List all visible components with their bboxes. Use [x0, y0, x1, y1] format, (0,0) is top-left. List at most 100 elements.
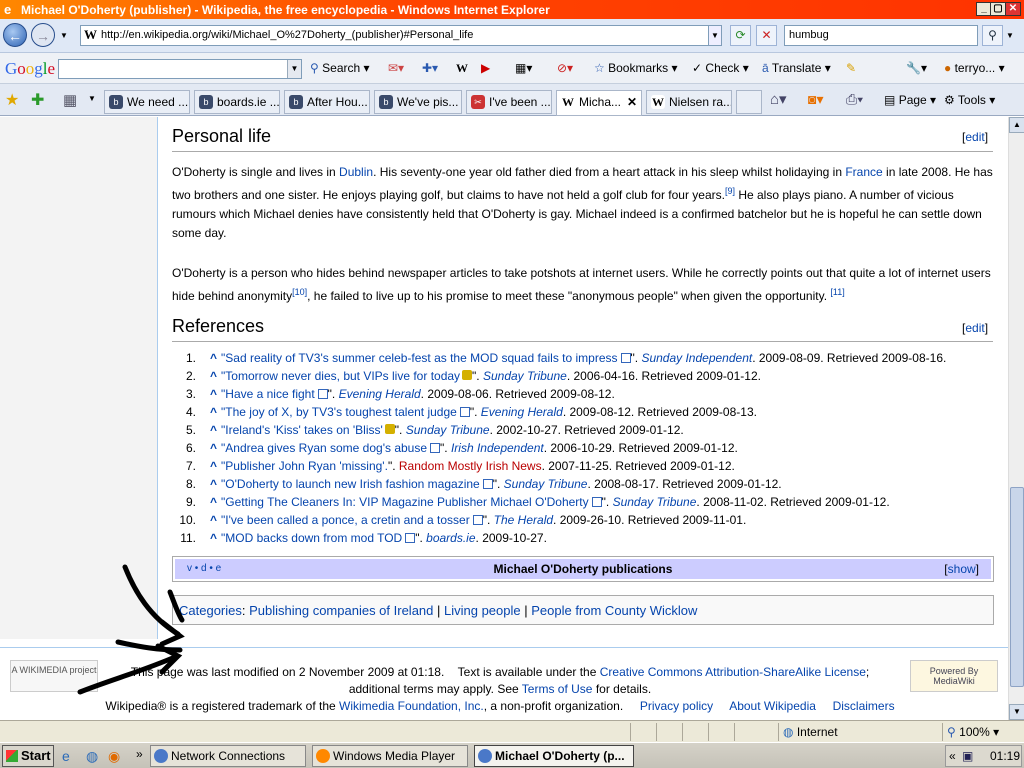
search-input[interactable]: humbug	[784, 25, 978, 46]
tab-list-icon[interactable]: ▼	[88, 94, 96, 103]
history-dropdown-icon[interactable]: ▼	[60, 31, 68, 40]
tab-1[interactable]: b We need ...	[104, 90, 190, 114]
edit-link-text[interactable]: edit	[965, 321, 984, 335]
google-search-dropdown-icon[interactable]: ▼	[287, 60, 301, 78]
tab-2[interactable]: b boards.ie ...	[194, 90, 280, 114]
address-bar[interactable]: W http://en.wikipedia.org/wiki/Michael_O…	[80, 25, 722, 46]
maximize-button[interactable]: ▢	[990, 2, 1006, 16]
reference-source[interactable]: Random Mostly Irish News	[399, 459, 542, 473]
terms-link[interactable]: Terms of Use	[522, 682, 593, 696]
reference-title-link[interactable]: "The joy of X, by TV3's toughest talent …	[221, 405, 457, 419]
backlink-caret[interactable]: ^	[210, 477, 217, 491]
stop-icon[interactable]: ✕	[756, 25, 777, 46]
category-link[interactable]: Living people	[444, 603, 521, 618]
security-zone[interactable]: ◍ Internet	[778, 723, 940, 741]
reference-title-link[interactable]: "Andrea gives Ryan some dog's abuse	[221, 441, 427, 455]
reference-title-link[interactable]: "MOD backs down from mod TOD	[221, 531, 402, 545]
close-button[interactable]: ✕	[1005, 2, 1021, 16]
new-tab-button[interactable]	[736, 90, 762, 114]
reference-source[interactable]: Evening Herald	[481, 405, 563, 419]
reference-title-link[interactable]: "Tomorrow never dies, but VIPs live for …	[221, 369, 460, 383]
category-link[interactable]: People from County Wicklow	[531, 603, 697, 618]
search-go-icon[interactable]: ⚲	[982, 25, 1003, 46]
reference-title-link[interactable]: "Sad reality of TV3's summer celeb-fest …	[221, 351, 617, 365]
show-link[interactable]: show	[948, 562, 976, 576]
close-tab-icon[interactable]: ✕	[627, 91, 637, 113]
check-button[interactable]: ✓ Check ▾	[692, 61, 749, 75]
scroll-up-icon[interactable]: ▲	[1009, 117, 1024, 133]
reference-title-link[interactable]: "O'Doherty to launch new Irish fashion m…	[221, 477, 480, 491]
navbox-show-toggle[interactable]: [show]	[944, 559, 979, 579]
reference-source[interactable]: Irish Independent	[451, 441, 544, 455]
wmf-link[interactable]: Wikimedia Foundation, Inc.	[339, 699, 484, 713]
backlink-caret[interactable]: ^	[210, 495, 217, 509]
reference-source[interactable]: boards.ie	[426, 531, 475, 545]
reference-source[interactable]: Sunday Tribune	[504, 477, 588, 491]
license-link[interactable]: Creative Commons Attribution-ShareAlike …	[600, 665, 866, 679]
reference-title-link[interactable]: "Ireland's 'Kiss' takes on 'Bliss'	[221, 423, 383, 437]
bookmarks-button[interactable]: ☆ Bookmarks ▾	[594, 61, 678, 75]
backlink-caret[interactable]: ^	[210, 405, 217, 419]
zoom-control[interactable]: ⚲ 100% ▾	[942, 723, 1022, 741]
france-link[interactable]: France	[845, 165, 882, 179]
taskbar-network-connections[interactable]: Network Connections	[150, 745, 306, 767]
backlink-caret[interactable]: ^	[210, 441, 217, 455]
backlink-caret[interactable]: ^	[210, 423, 217, 437]
citation-11[interactable]: [11]	[830, 287, 844, 297]
tray-expand-icon[interactable]: «	[949, 746, 956, 766]
taskbar-ie-window[interactable]: Michael O'Doherty (p...	[474, 745, 634, 767]
account-button[interactable]: ● terryo... ▾	[944, 61, 1005, 75]
reference-title-link[interactable]: "Getting The Cleaners In: VIP Magazine P…	[221, 495, 589, 509]
scroll-down-icon[interactable]: ▼	[1009, 704, 1024, 720]
add-favorite-icon[interactable]: ✚	[31, 90, 44, 110]
window-title-bar[interactable]: e Michael O'Doherty (publisher) - Wikipe…	[0, 0, 1024, 19]
home-icon[interactable]: ⌂▾	[770, 90, 787, 108]
reference-title-link[interactable]: "Have a nice fight	[221, 387, 315, 401]
highlighter-icon[interactable]: ✎	[846, 61, 856, 75]
news-icon[interactable]: ✉▾	[388, 61, 404, 75]
references-edit-link[interactable]: [edit]	[962, 321, 988, 335]
wrench-icon[interactable]: 🔧▾	[906, 61, 927, 75]
reference-title-link[interactable]: "Publisher John Ryan 'missing'.	[221, 459, 388, 473]
quicklaunch-more-icon[interactable]: »	[136, 747, 143, 761]
backlink-caret[interactable]: ^	[210, 513, 217, 527]
powered-by-mediawiki-logo[interactable]: Powered By MediaWiki	[910, 660, 998, 692]
firefox-icon[interactable]: ◉	[108, 748, 120, 765]
favorites-star-icon[interactable]: ★	[5, 90, 19, 110]
reference-source[interactable]: Sunday Tribune	[613, 495, 697, 509]
dublin-link[interactable]: Dublin	[339, 165, 373, 179]
google-logo[interactable]: Google	[5, 59, 55, 79]
refresh-icon[interactable]: ⟳	[730, 25, 751, 46]
reference-source[interactable]: Sunday Tribune	[483, 369, 567, 383]
backlink-caret[interactable]: ^	[210, 369, 217, 383]
ie-quicklaunch-icon[interactable]: e	[62, 748, 70, 764]
tools-menu[interactable]: ⚙ Tools ▾	[944, 93, 995, 107]
category-link[interactable]: Publishing companies of Ireland	[249, 603, 433, 618]
translate-button[interactable]: ā Translate ▾	[762, 61, 831, 75]
quicklaunch-icon[interactable]: ◍	[86, 748, 98, 765]
tab-5[interactable]: ✂ I've been ...	[466, 90, 552, 114]
backlink-caret[interactable]: ^	[210, 531, 217, 545]
about-link[interactable]: About Wikipedia	[729, 699, 816, 713]
reference-source[interactable]: Evening Herald	[339, 387, 421, 401]
tab-4[interactable]: b We've pis...	[374, 90, 462, 114]
privacy-link[interactable]: Privacy policy	[640, 699, 713, 713]
vertical-scrollbar[interactable]: ▲ ▼	[1008, 117, 1024, 720]
tab-3[interactable]: b After Hou...	[284, 90, 370, 114]
quick-tabs-icon[interactable]: ▦	[63, 91, 77, 109]
popup-blocker-icon[interactable]: ⊘▾	[557, 61, 573, 75]
plus-icon[interactable]: ✚▾	[422, 61, 438, 75]
tab-7[interactable]: W Nielsen ra...	[646, 90, 732, 114]
tab-active[interactable]: W Micha... ✕	[556, 90, 642, 116]
backlink-caret[interactable]: ^	[210, 387, 217, 401]
google-search-input[interactable]: ▼	[58, 59, 302, 79]
taskbar-media-player[interactable]: Windows Media Player	[312, 745, 468, 767]
citation-10[interactable]: [10]	[292, 287, 307, 297]
reference-title-link[interactable]: "I've been called a ponce, a cretin and …	[221, 513, 470, 527]
page-menu[interactable]: ▤ Page ▾	[884, 93, 936, 107]
start-button[interactable]: Start	[2, 745, 54, 767]
citation-9[interactable]: [9]	[725, 186, 735, 196]
edit-link-text[interactable]: edit	[965, 130, 984, 144]
back-button[interactable]: ←	[3, 23, 27, 47]
backlink-caret[interactable]: ^	[210, 459, 217, 473]
